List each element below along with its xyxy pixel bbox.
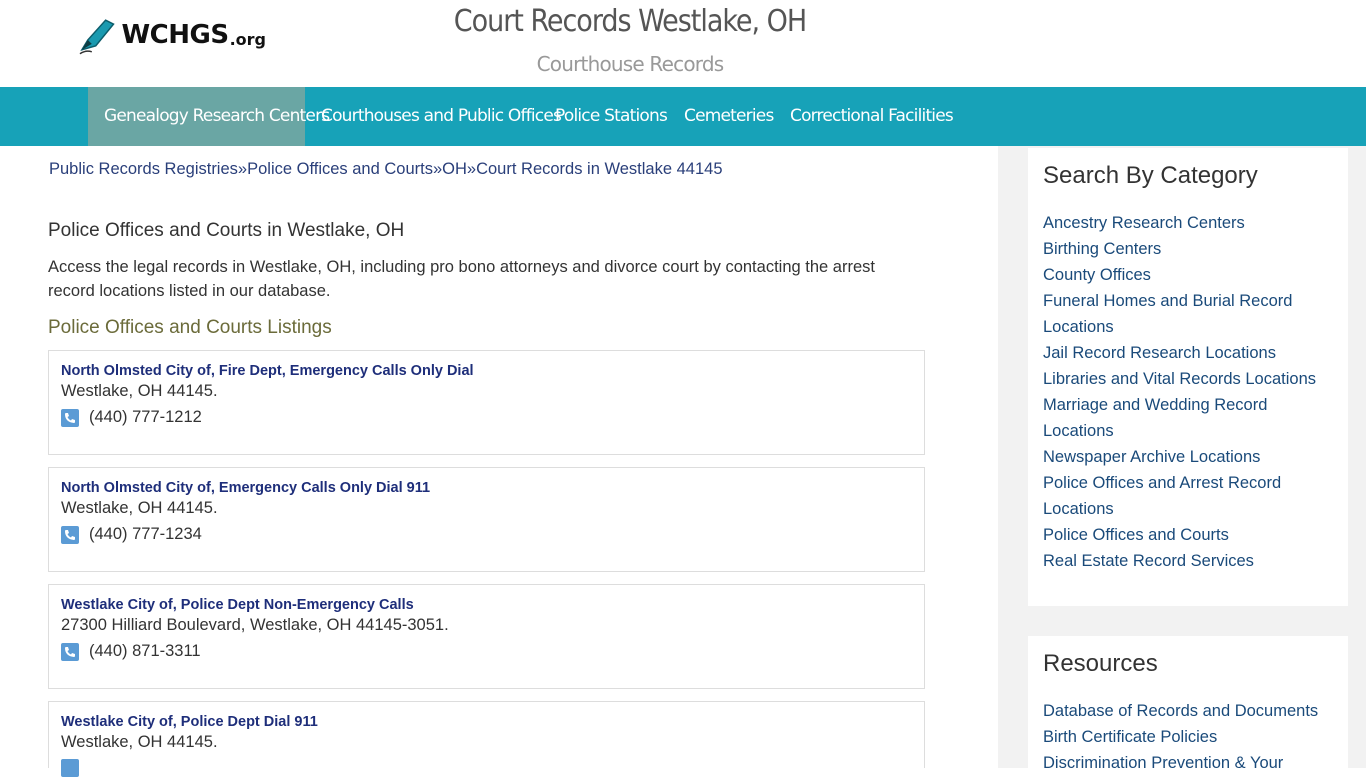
listing-phone: (440) 777-1234 — [61, 525, 912, 544]
category-link-marriage-and-wedding[interactable]: Marriage and Wedding Record Locations — [1043, 392, 1333, 444]
nav-item-cemeteries[interactable]: Cemeteries — [668, 87, 790, 146]
category-link-newspaper-archive[interactable]: Newspaper Archive Locations — [1043, 444, 1333, 470]
pen-logo-icon — [79, 19, 115, 55]
listing-card: Westlake City of, Police Dept Dial 911 W… — [48, 701, 925, 777]
phone-number[interactable]: (440) 777-1234 — [89, 525, 202, 544]
breadcrumb-public-records-registries[interactable]: Public Records Registries — [49, 160, 238, 178]
breadcrumb-separator: » — [237, 160, 248, 178]
site-title: Court Records Westlake, OH — [453, 4, 807, 39]
category-panel: Search By Category Ancestry Research Cen… — [1028, 148, 1348, 606]
category-link-ancestry-research-centers[interactable]: Ancestry Research Centers — [1043, 210, 1333, 236]
main-nav: Genealogy Research Centers Courthouses a… — [0, 87, 1366, 146]
listing-address: Westlake, OH 44145. — [61, 382, 218, 400]
listing-title[interactable]: North Olmsted City of, Emergency Calls O… — [61, 480, 912, 496]
breadcrumb-separator: » — [432, 160, 443, 178]
resources-panel: Resources Database of Records and Docume… — [1028, 636, 1348, 772]
logo-suffix: .org — [229, 29, 266, 49]
nav-item-correctional-facilities[interactable]: Correctional Facilities — [774, 87, 969, 146]
breadcrumb-oh[interactable]: OH — [442, 160, 467, 178]
category-link-police-offices-and-courts[interactable]: Police Offices and Courts — [1043, 522, 1333, 548]
phone-icon — [61, 525, 79, 544]
listing-phone — [61, 759, 912, 777]
nav-item-police-stations[interactable]: Police Stations — [539, 87, 683, 146]
listing-card: North Olmsted City of, Emergency Calls O… — [48, 467, 925, 572]
listing-title[interactable]: Westlake City of, Police Dept Non-Emerge… — [61, 597, 912, 613]
category-link-libraries-and-vital-records[interactable]: Libraries and Vital Records Locations — [1043, 366, 1333, 392]
listing-card: North Olmsted City of, Fire Dept, Emerge… — [48, 350, 925, 455]
nav-item-courthouses-and-public-offices[interactable]: Courthouses and Public Offices — [305, 87, 577, 146]
listing-phone: (440) 777-1212 — [61, 408, 912, 427]
listing-card: Westlake City of, Police Dept Non-Emerge… — [48, 584, 925, 689]
breadcrumb-police-offices-and-courts[interactable]: Police Offices and Courts — [247, 160, 433, 178]
phone-number[interactable]: (440) 871-3311 — [89, 642, 201, 661]
breadcrumb: Public Records Registries»Police Offices… — [49, 160, 723, 179]
category-link-police-offices-and-arrest[interactable]: Police Offices and Arrest Record Locatio… — [1043, 470, 1333, 522]
resource-link-discrimination-prevention[interactable]: Discrimination Prevention & Your — [1043, 750, 1333, 776]
category-panel-title: Search By Category — [1043, 162, 1258, 189]
phone-number[interactable]: (440) 777-1212 — [89, 408, 202, 427]
phone-icon — [61, 408, 79, 427]
resource-link-database[interactable]: Database of Records and Documents — [1043, 698, 1333, 724]
listings-heading: Police Offices and Courts Listings — [48, 317, 332, 338]
listing-title[interactable]: North Olmsted City of, Fire Dept, Emerge… — [61, 363, 912, 379]
resources-panel-title: Resources — [1043, 650, 1158, 677]
resource-link-birth-certificate[interactable]: Birth Certificate Policies — [1043, 724, 1333, 750]
listing-address: 27300 Hilliard Boulevard, Westlake, OH 4… — [61, 616, 449, 634]
site-logo[interactable]: WCHGS .org — [76, 12, 266, 58]
category-link-county-offices[interactable]: County Offices — [1043, 262, 1333, 288]
logo-text: WCHGS — [121, 20, 229, 50]
category-link-jail-record-research[interactable]: Jail Record Research Locations — [1043, 340, 1333, 366]
listing-title[interactable]: Westlake City of, Police Dept Dial 911 — [61, 714, 912, 730]
listing-address: Westlake, OH 44145. — [61, 499, 218, 517]
breadcrumb-separator: » — [466, 160, 477, 178]
category-link-birthing-centers[interactable]: Birthing Centers — [1043, 236, 1333, 262]
intro-text: Access the legal records in Westlake, OH… — [48, 258, 875, 300]
category-link-funeral-homes[interactable]: Funeral Homes and Burial Record Location… — [1043, 288, 1333, 340]
category-link-real-estate-record-services[interactable]: Real Estate Record Services — [1043, 548, 1333, 574]
listing-address: Westlake, OH 44145. — [61, 733, 218, 751]
phone-icon — [61, 759, 79, 777]
nav-item-genealogy-research-centers[interactable]: Genealogy Research Centers — [88, 87, 330, 146]
site-subtitle: Courthouse Records — [536, 52, 725, 76]
phone-icon — [61, 642, 79, 661]
site-header: WCHGS .org Court Records Westlake, OH Co… — [0, 0, 1366, 87]
page-heading: Police Offices and Courts in Westlake, O… — [48, 220, 405, 241]
breadcrumb-current-page[interactable]: Court Records in Westlake 44145 — [476, 160, 722, 178]
listing-phone: (440) 871-3311 — [61, 642, 912, 661]
